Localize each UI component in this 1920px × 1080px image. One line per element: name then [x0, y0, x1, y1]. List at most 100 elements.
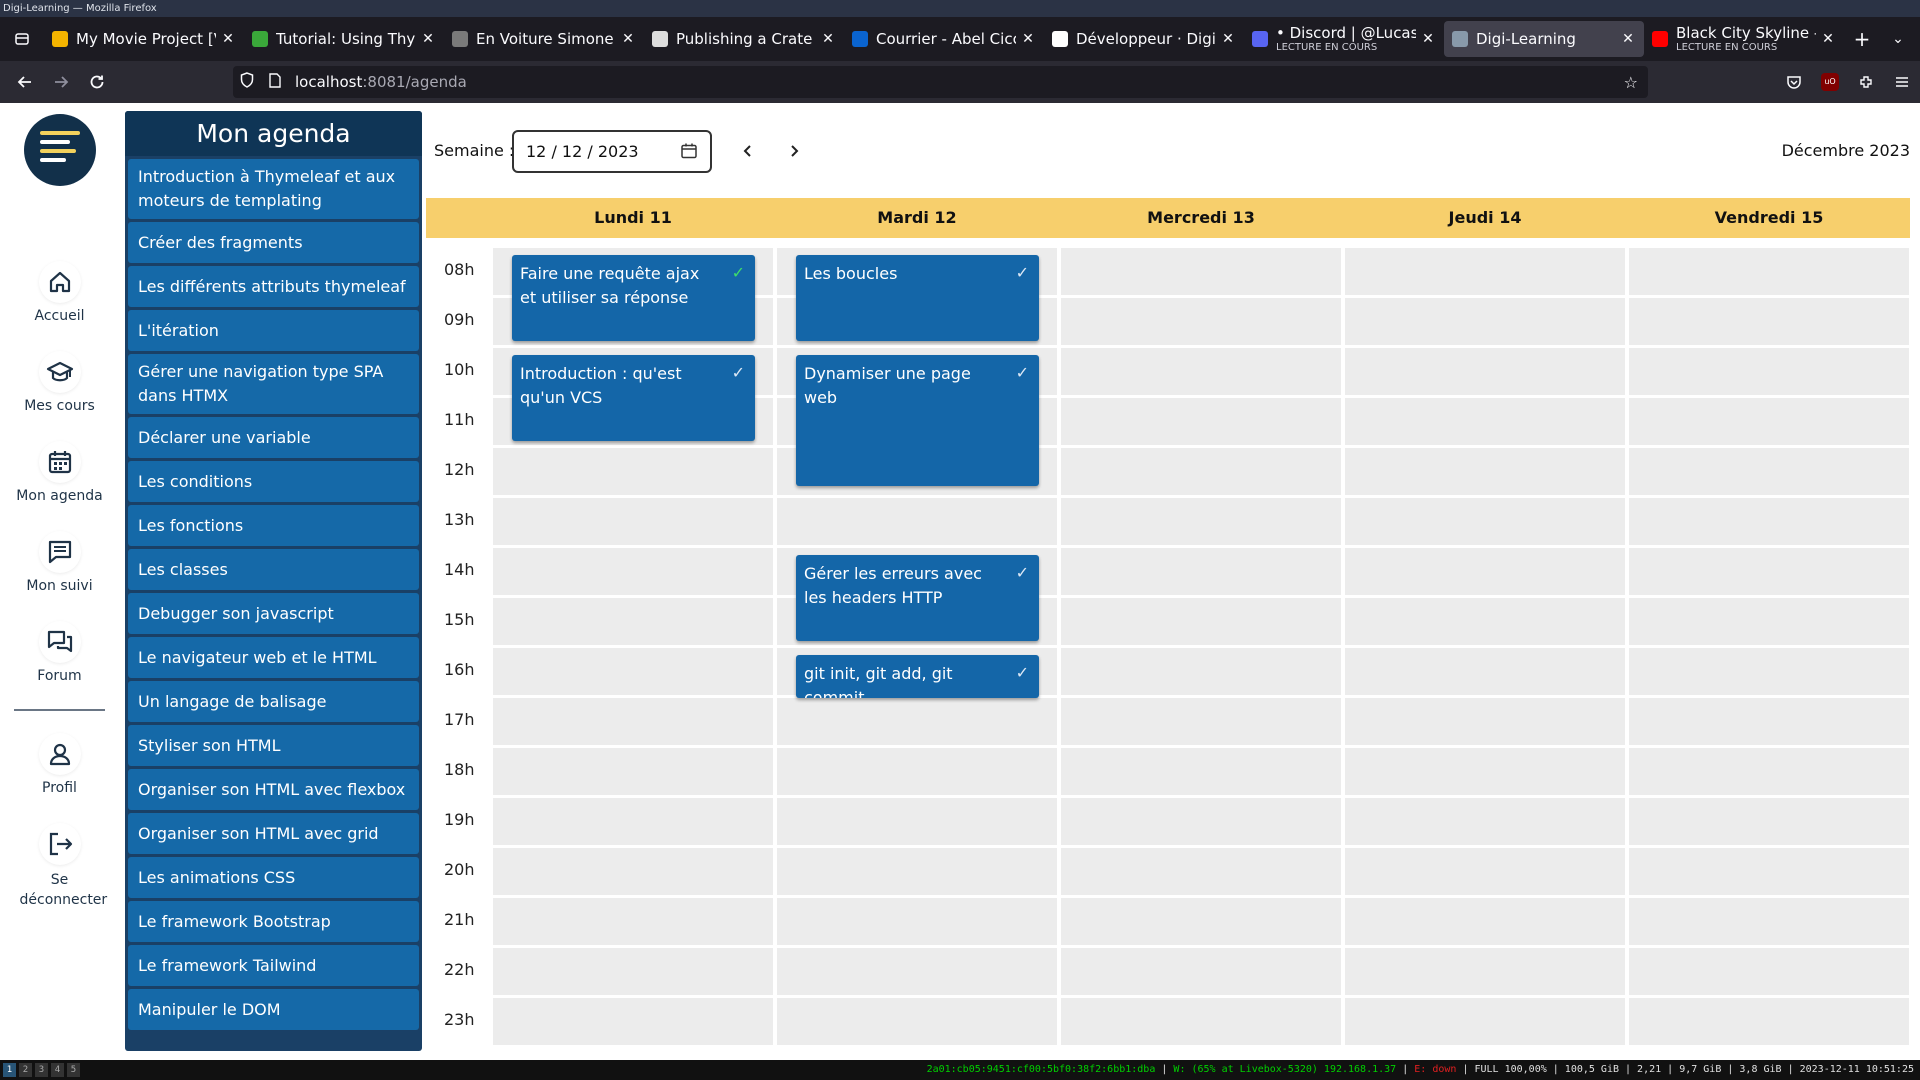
time-slot[interactable]: [1629, 998, 1909, 1045]
next-week-button[interactable]: [779, 136, 809, 166]
agenda-event[interactable]: Faire une requête ajax et utiliser sa ré…: [512, 255, 755, 341]
time-slot[interactable]: [1345, 898, 1625, 945]
new-tab-button[interactable]: +: [1844, 27, 1880, 51]
time-slot[interactable]: [493, 948, 773, 995]
forward-button[interactable]: [43, 64, 79, 100]
previous-week-button[interactable]: [733, 136, 763, 166]
time-slot[interactable]: [1061, 748, 1341, 795]
time-slot[interactable]: [1345, 748, 1625, 795]
time-slot[interactable]: [1345, 248, 1625, 295]
time-slot[interactable]: [1345, 498, 1625, 545]
close-tab-icon[interactable]: ✕: [1820, 31, 1836, 47]
rail-item-mon-suivi[interactable]: Mon suivi: [0, 531, 119, 594]
time-slot[interactable]: [1061, 498, 1341, 545]
time-slot[interactable]: [493, 848, 773, 895]
time-slot[interactable]: [1061, 998, 1341, 1045]
tab-8[interactable]: Black City Skyline - YLECTURE EN COURS ✕: [1644, 21, 1844, 57]
time-slot[interactable]: [1061, 448, 1341, 495]
time-slot[interactable]: [1345, 448, 1625, 495]
agenda-event[interactable]: git init, git add, git commit ✓: [796, 655, 1039, 698]
url-text[interactable]: localhost:8081/agenda: [295, 73, 467, 91]
time-slot[interactable]: [493, 748, 773, 795]
close-tab-icon[interactable]: ✕: [1020, 31, 1036, 47]
time-slot[interactable]: [1061, 298, 1341, 345]
time-slot[interactable]: [1629, 798, 1909, 845]
time-slot[interactable]: [1345, 648, 1625, 695]
tab-6[interactable]: • Discord | @Lucas LECTURE EN COURS ✕: [1244, 21, 1444, 57]
time-slot[interactable]: [777, 848, 1057, 895]
time-slot[interactable]: [1345, 698, 1625, 745]
pocket-icon[interactable]: [1776, 64, 1812, 100]
time-slot[interactable]: [1345, 298, 1625, 345]
time-slot[interactable]: [1629, 848, 1909, 895]
list-all-tabs-icon[interactable]: ⌄: [1880, 31, 1916, 47]
time-slot[interactable]: [1629, 698, 1909, 745]
tab-0[interactable]: My Movie Project [VC✕: [44, 21, 244, 57]
time-slot[interactable]: [1629, 548, 1909, 595]
course-item[interactable]: Un langage de balisage: [128, 681, 419, 722]
time-slot[interactable]: [1629, 498, 1909, 545]
calendar-picker-icon[interactable]: [680, 142, 698, 160]
time-slot[interactable]: [493, 798, 773, 845]
rail-item-mes-cours[interactable]: Mes cours: [0, 351, 119, 414]
time-slot[interactable]: [777, 498, 1057, 545]
time-slot[interactable]: [1061, 348, 1341, 395]
time-slot[interactable]: [1629, 248, 1909, 295]
course-item[interactable]: Styliser son HTML: [128, 725, 419, 766]
time-slot[interactable]: [777, 898, 1057, 945]
course-item[interactable]: Organiser son HTML avec flexbox: [128, 769, 419, 810]
tab-4[interactable]: Courrier - Abel Ciccol✕: [844, 21, 1044, 57]
time-slot[interactable]: [493, 598, 773, 645]
time-slot[interactable]: [493, 448, 773, 495]
rail-item-logout[interactable]: Se déconnecter: [0, 823, 119, 910]
close-tab-icon[interactable]: ✕: [1620, 31, 1636, 47]
time-slot[interactable]: [777, 798, 1057, 845]
tab-3[interactable]: Publishing a Crate to✕: [644, 21, 844, 57]
tab-5[interactable]: Développeur · DigiSu✕: [1044, 21, 1244, 57]
time-slot[interactable]: [1061, 948, 1341, 995]
back-button[interactable]: [7, 64, 43, 100]
tab-7[interactable]: Digi-Learning ✕: [1444, 21, 1644, 57]
time-slot[interactable]: [1629, 598, 1909, 645]
digi-logo[interactable]: [24, 114, 96, 186]
tab-1[interactable]: Tutorial: Using Thyme✕: [244, 21, 444, 57]
time-slot[interactable]: [1629, 948, 1909, 995]
time-slot[interactable]: [493, 698, 773, 745]
url-bar[interactable]: localhost:8081/agenda ☆: [233, 66, 1648, 98]
time-slot[interactable]: [1345, 998, 1625, 1045]
time-slot[interactable]: [777, 948, 1057, 995]
time-slot[interactable]: [777, 698, 1057, 745]
time-slot[interactable]: [777, 748, 1057, 795]
menu-icon[interactable]: [1884, 64, 1920, 100]
workspace-button[interactable]: 1: [3, 1063, 16, 1077]
time-slot[interactable]: [493, 548, 773, 595]
course-item[interactable]: Les animations CSS: [128, 857, 419, 898]
course-item[interactable]: Organiser son HTML avec grid: [128, 813, 419, 854]
time-slot[interactable]: [1629, 348, 1909, 395]
time-slot[interactable]: [493, 498, 773, 545]
course-item[interactable]: Le navigateur web et le HTML: [128, 637, 419, 678]
close-tab-icon[interactable]: ✕: [820, 31, 836, 47]
workspace-button[interactable]: 5: [67, 1063, 80, 1077]
course-item[interactable]: Les fonctions: [128, 505, 419, 546]
time-slot[interactable]: [1629, 448, 1909, 495]
time-slot[interactable]: [1061, 598, 1341, 645]
workspace-button[interactable]: 4: [51, 1063, 64, 1077]
workspace-button[interactable]: 3: [35, 1063, 48, 1077]
time-slot[interactable]: [1629, 298, 1909, 345]
course-item[interactable]: Debugger son javascript: [128, 593, 419, 634]
time-slot[interactable]: [493, 898, 773, 945]
time-slot[interactable]: [1629, 398, 1909, 445]
rail-item-profil[interactable]: Profil: [0, 733, 119, 796]
time-slot[interactable]: [1345, 348, 1625, 395]
time-slot[interactable]: [493, 998, 773, 1045]
ublock-icon[interactable]: uO: [1812, 64, 1848, 100]
time-slot[interactable]: [493, 648, 773, 695]
shield-icon[interactable]: [233, 72, 261, 92]
agenda-event[interactable]: Gérer les erreurs avec les headers HTTP ✓: [796, 555, 1039, 641]
close-tab-icon[interactable]: ✕: [1220, 31, 1236, 47]
course-item[interactable]: Déclarer une variable: [128, 417, 419, 458]
tab-list-button[interactable]: [0, 17, 44, 61]
extensions-icon[interactable]: [1848, 64, 1884, 100]
course-item[interactable]: Créer des fragments: [128, 222, 419, 263]
